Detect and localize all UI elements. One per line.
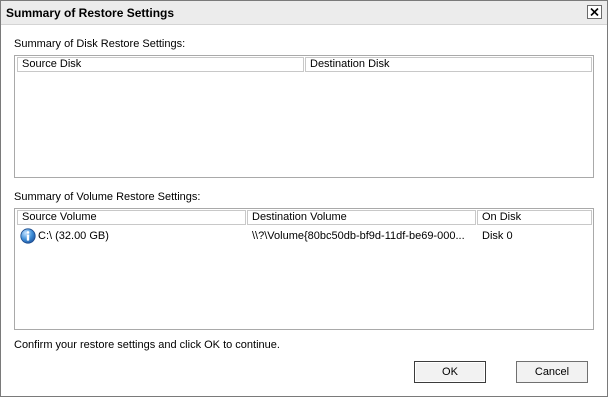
column-destination-disk[interactable]: Destination Disk [305,57,592,72]
on-disk-cell: Disk 0 [482,230,513,242]
restore-summary-dialog: Summary of Restore Settings Summary of D… [0,0,608,397]
cancel-button[interactable]: Cancel [516,361,588,383]
dialog-title: Summary of Restore Settings [6,6,175,20]
column-source-volume[interactable]: Source Volume [17,210,246,225]
ok-button[interactable]: OK [414,361,486,383]
title-bar: Summary of Restore Settings [1,1,607,25]
confirm-instructions: Confirm your restore settings and click … [14,339,280,351]
info-icon [20,228,36,244]
disk-restore-list[interactable]: Source Disk Destination Disk [14,55,594,178]
volume-section-label: Summary of Volume Restore Settings: [14,191,201,203]
source-volume-cell: C:\ (32.00 GB) [38,230,109,242]
volume-restore-list[interactable]: Source Volume Destination Volume On Disk… [14,208,594,330]
column-source-disk[interactable]: Source Disk [17,57,304,72]
close-icon [590,8,599,16]
volume-list-header: Source Volume Destination Volume On Disk [15,209,593,227]
close-button[interactable] [587,5,602,19]
disk-list-header: Source Disk Destination Disk [15,56,593,74]
column-destination-volume[interactable]: Destination Volume [247,210,476,225]
disk-section-label: Summary of Disk Restore Settings: [14,38,186,50]
table-row[interactable]: C:\ (32.00 GB) \\?\Volume{80bc50db-bf9d-… [15,227,593,245]
destination-volume-cell: \\?\Volume{80bc50db-bf9d-11df-be69-000..… [252,230,465,242]
column-on-disk[interactable]: On Disk [477,210,592,225]
